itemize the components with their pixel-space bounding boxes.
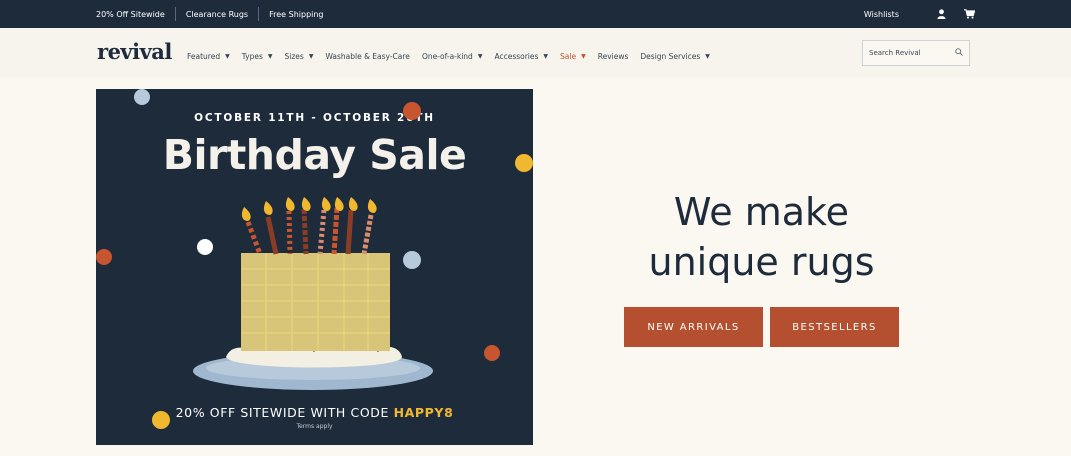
caret-down-icon: ▼: [705, 52, 710, 60]
hero-headline: We make unique rugs: [600, 187, 923, 287]
nav-item-reviews[interactable]: Reviews: [598, 52, 629, 61]
nav-label: Types: [241, 51, 263, 61]
nav-item-accessories[interactable]: Accessories ▼: [494, 52, 548, 61]
search-input[interactable]: Search Revival: [862, 40, 970, 66]
caret-down-icon: ▼: [581, 52, 586, 60]
divider: [174, 7, 176, 21]
nav-item-sale[interactable]: Sale ▼: [560, 52, 586, 61]
site-header: revival Featured ▼ Types ▼ Sizes ▼ Washable…: [0, 28, 1071, 78]
nav-label: Sale: [560, 51, 577, 61]
top-bar: 20% Off Sitewide Clearance Rugs Free Shi…: [0, 0, 1071, 28]
nav-item-washable[interactable]: Washable & Easy-Care: [325, 52, 410, 61]
offer-code: HAPPY8: [393, 405, 454, 420]
bestsellers-button[interactable]: BESTSELLERS: [770, 307, 899, 347]
cart-icon[interactable]: [964, 9, 975, 19]
search-placeholder: Search Revival: [869, 49, 921, 57]
nav-label: Featured: [187, 51, 221, 61]
nav-item-one-of-a-kind[interactable]: One-of-a-kind ▼: [422, 52, 483, 61]
wishlists-link[interactable]: Wishlists: [864, 10, 899, 19]
logo[interactable]: revival: [97, 39, 172, 64]
caret-down-icon: ▼: [477, 52, 483, 60]
promo-shipping-link[interactable]: Free Shipping: [269, 10, 323, 19]
promo-links: 20% Off Sitewide Clearance Rugs Free Shi…: [96, 0, 324, 28]
nav-label: Design Services: [640, 51, 701, 61]
divider: [258, 7, 260, 21]
hero-line-2: unique rugs: [648, 240, 875, 284]
terms-text: Terms apply: [296, 423, 333, 430]
caret-down-icon: ▼: [267, 52, 273, 60]
promo-clearance-link[interactable]: Clearance Rugs: [186, 10, 248, 19]
nav-label: Reviews: [597, 51, 629, 61]
sale-offer: 20% OFF SITEWIDE WITH CODE HAPPY8: [96, 405, 533, 420]
sale-dates: OCTOBER 11TH - OCTOBER 26TH: [194, 112, 435, 124]
nav-item-sizes[interactable]: Sizes ▼: [285, 52, 314, 61]
main-nav: Featured ▼ Types ▼ Sizes ▼ Washable & Easy-…: [187, 28, 722, 84]
new-arrivals-button[interactable]: NEW ARRIVALS: [624, 307, 763, 347]
nav-label: Sizes: [284, 51, 304, 61]
sale-title: Birthday Sale: [162, 131, 467, 179]
caret-down-icon: ▼: [543, 52, 549, 60]
caret-down-icon: ▼: [225, 52, 230, 60]
nav-item-types[interactable]: Types ▼: [242, 52, 273, 61]
search-icon[interactable]: [955, 48, 963, 58]
hero-line-1: We make: [673, 190, 850, 234]
caret-down-icon: ▼: [308, 52, 314, 60]
account-links: Wishlists: [864, 0, 975, 28]
nav-label: One-of-a-kind: [421, 51, 473, 61]
birthday-sale-banner[interactable]: OCTOBER 11TH - OCTOBER 26TH Birthday Sal…: [96, 89, 533, 445]
nav-item-design-services[interactable]: Design Services ▼: [640, 52, 710, 61]
offer-text: 20% OFF SITEWIDE WITH CODE: [175, 405, 394, 420]
promo-sitewide-link[interactable]: 20% Off Sitewide: [96, 10, 165, 19]
nav-item-featured[interactable]: Featured ▼: [187, 52, 230, 61]
nav-label: Washable & Easy-Care: [325, 51, 410, 61]
nav-label: Accessories: [494, 51, 539, 61]
user-icon[interactable]: [937, 9, 946, 19]
